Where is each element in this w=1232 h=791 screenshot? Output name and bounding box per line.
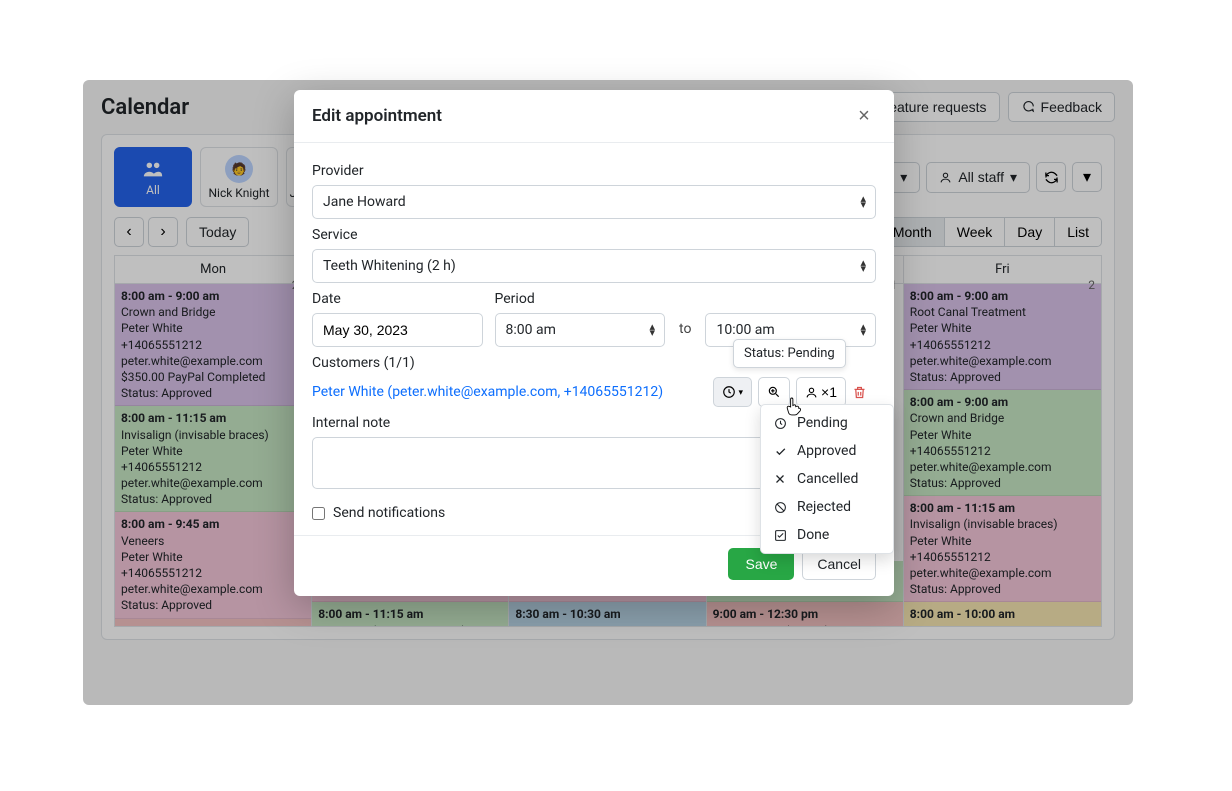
service-select[interactable]: Teeth Whitening (2 h) [312, 249, 876, 283]
provider-select[interactable]: Jane Howard [312, 185, 876, 219]
status-menu: Pending Approved Cancelled Rejected Done [760, 404, 894, 554]
period-label: Period [495, 291, 666, 307]
modal-title: Edit appointment [312, 106, 442, 126]
date-label: Date [312, 291, 483, 307]
clock-icon [773, 417, 787, 430]
customer-link[interactable]: Peter White (peter.white@example.com, +1… [312, 384, 663, 400]
status-option-cancelled[interactable]: Cancelled [761, 465, 893, 493]
status-option-done[interactable]: Done [761, 521, 893, 549]
date-field[interactable] [312, 313, 483, 347]
provider-label: Provider [312, 163, 876, 179]
persons-button[interactable]: ×1 [796, 377, 846, 407]
x-icon [773, 473, 787, 485]
chevron-down-icon: ▾ [739, 387, 744, 398]
person-icon [805, 386, 818, 399]
status-button[interactable]: ▾ [713, 377, 753, 407]
trash-icon [852, 385, 867, 400]
search-icon [767, 385, 781, 399]
to-label: to [677, 321, 693, 347]
select-caret-icon: ▴▾ [860, 324, 866, 336]
send-notifications-label: Send notifications [333, 505, 445, 521]
status-tooltip: Status: Pending [733, 339, 846, 368]
send-notifications-checkbox[interactable] [312, 507, 325, 520]
period-from-select[interactable]: 8:00 am [495, 313, 666, 347]
status-option-approved[interactable]: Approved [761, 437, 893, 465]
close-button[interactable]: × [852, 104, 876, 128]
select-caret-icon: ▴▾ [860, 196, 866, 208]
select-caret-icon: ▴▾ [650, 324, 656, 336]
status-option-pending[interactable]: Pending [761, 409, 893, 437]
close-icon: × [858, 105, 870, 128]
view-customer-button[interactable] [758, 377, 790, 407]
service-label: Service [312, 227, 876, 243]
clock-icon [722, 385, 736, 399]
select-caret-icon: ▴▾ [860, 260, 866, 272]
ban-icon [773, 501, 787, 514]
remove-customer-button[interactable] [852, 377, 876, 407]
checkbox-icon [773, 529, 787, 542]
status-option-rejected[interactable]: Rejected [761, 493, 893, 521]
check-icon [773, 445, 787, 458]
